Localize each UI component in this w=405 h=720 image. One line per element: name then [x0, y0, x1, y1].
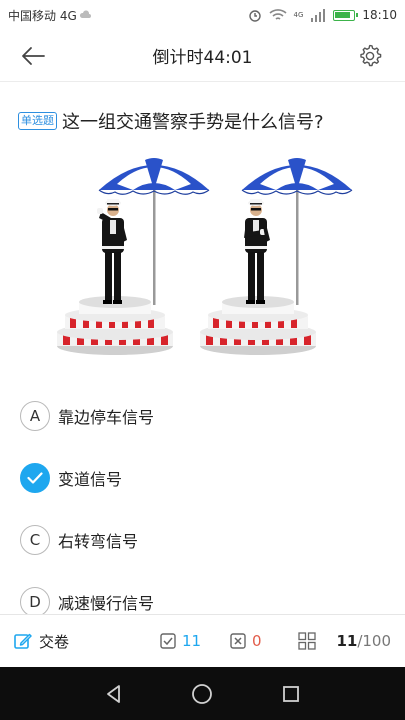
nav-home-button[interactable] — [182, 674, 222, 714]
battery-icon — [333, 9, 359, 21]
submit-label: 交卷 — [39, 632, 70, 651]
settings-button[interactable] — [357, 43, 383, 69]
gear-icon — [360, 44, 382, 67]
traffic-police-gesture-image — [56, 157, 353, 356]
square-recents-icon — [282, 685, 299, 702]
bottom-bar: 交卷 11 0 11/100 — [0, 614, 405, 667]
option-a-text: 靠边停车信号 — [58, 408, 155, 427]
status-bar: 中国移动 4G 4G 18:10 — [0, 0, 405, 30]
option-c-text: 右转弯信号 — [58, 532, 139, 551]
cloud-icon — [79, 10, 91, 18]
submit-exam-button[interactable]: 交卷 — [13, 631, 69, 652]
grid-icon — [298, 632, 317, 650]
network-type: 4G — [293, 11, 304, 19]
nav-back-button[interactable] — [94, 674, 134, 714]
correct-stat: 11 — [160, 632, 201, 650]
answer-options: A 靠边停车信号 变道信号 C 右转弯信号 D 减速慢行信号 — [20, 385, 390, 633]
alarm-icon — [248, 10, 261, 22]
circle-home-icon — [192, 683, 213, 704]
arrow-left-icon — [22, 47, 45, 65]
triangle-back-icon — [107, 684, 121, 703]
wrong-count: 0 — [252, 632, 262, 650]
correct-count: 11 — [182, 632, 202, 650]
question-grid-button[interactable]: 11/100 — [298, 632, 391, 650]
option-d-text: 减速慢行信号 — [58, 594, 155, 613]
question: 单选题 这一组交通警察手势是什么信号? — [18, 108, 324, 134]
option-c[interactable]: C 右转弯信号 — [20, 509, 390, 571]
signal-icon — [311, 9, 326, 22]
question-type-badge: 单选题 — [18, 112, 57, 130]
edit-icon — [14, 633, 32, 649]
clock: 18:10 — [362, 8, 397, 22]
progress-current: 11 — [336, 632, 358, 650]
wrong-stat: 0 — [230, 632, 262, 650]
x-box-icon — [230, 633, 246, 649]
option-c-marker: C — [20, 525, 50, 555]
wifi-icon — [268, 9, 287, 20]
back-button[interactable] — [18, 42, 48, 70]
option-b-text: 变道信号 — [58, 470, 123, 489]
option-b[interactable]: 变道信号 — [20, 447, 390, 509]
carrier-label: 中国移动 4G — [8, 8, 77, 23]
check-box-icon — [160, 633, 176, 649]
option-a[interactable]: A 靠边停车信号 — [20, 385, 390, 447]
system-nav-bar — [0, 667, 405, 720]
progress-total: /100 — [357, 632, 391, 650]
option-d-marker: D — [20, 587, 50, 617]
question-text: 这一组交通警察手势是什么信号? — [62, 112, 324, 133]
app-bar: 倒计时44:01 — [0, 30, 405, 82]
checkmark-icon — [20, 463, 50, 493]
countdown-timer: 倒计时44:01 — [152, 48, 253, 68]
option-a-marker: A — [20, 401, 50, 431]
nav-recents-button[interactable] — [271, 674, 311, 714]
